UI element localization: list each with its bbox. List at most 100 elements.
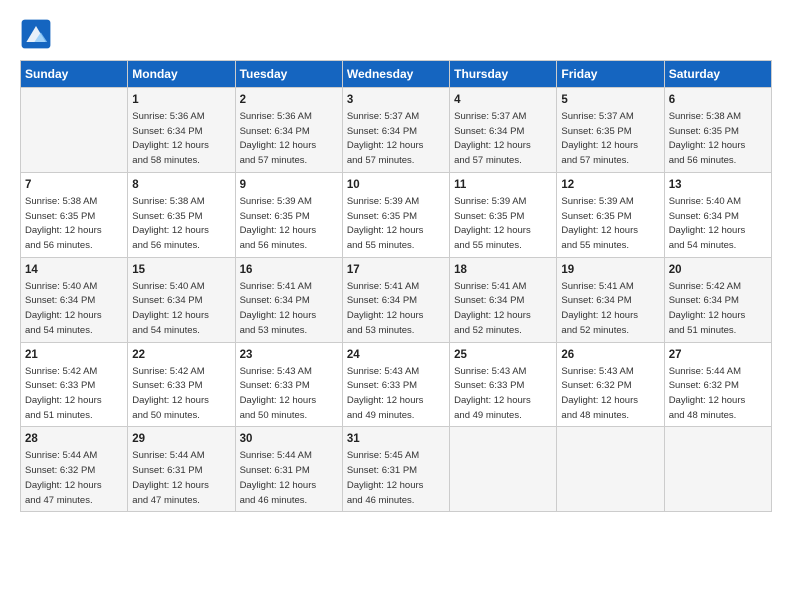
logo: [20, 18, 56, 50]
day-info: Sunrise: 5:39 AM Sunset: 6:35 PM Dayligh…: [240, 196, 317, 251]
calendar-cell: 23 Sunrise: 5:43 AM Sunset: 6:33 PM Dayli…: [235, 342, 342, 427]
calendar-cell: 12Sunrise: 5:39 AM Sunset: 6:35 PM Dayli…: [557, 172, 664, 257]
day-info: Sunrise: 5:37 AM Sunset: 6:35 PM Dayligh…: [561, 111, 638, 166]
day-number: 16: [240, 262, 338, 278]
day-info: Sunrise: 5:42 AM Sunset: 6:34 PM Dayligh…: [669, 281, 746, 336]
week-row-5: 28 Sunrise: 5:44 AM Sunset: 6:32 PM Dayli…: [21, 427, 772, 512]
page: SundayMondayTuesdayWednesdayThursdayFrid…: [0, 0, 792, 612]
calendar-cell: 20 Sunrise: 5:42 AM Sunset: 6:34 PM Dayli…: [664, 257, 771, 342]
day-number: 3: [347, 92, 445, 108]
day-info: Sunrise: 5:44 AM Sunset: 6:32 PM Dayligh…: [669, 366, 746, 421]
week-row-4: 21 Sunrise: 5:42 AM Sunset: 6:33 PM Dayli…: [21, 342, 772, 427]
day-number: 31: [347, 431, 445, 447]
calendar-cell: 11Sunrise: 5:39 AM Sunset: 6:35 PM Dayli…: [450, 172, 557, 257]
calendar-cell: [557, 427, 664, 512]
col-header-tuesday: Tuesday: [235, 61, 342, 88]
calendar-cell: 8 Sunrise: 5:38 AM Sunset: 6:35 PM Daylig…: [128, 172, 235, 257]
day-info: Sunrise: 5:36 AM Sunset: 6:34 PM Dayligh…: [240, 111, 317, 166]
day-info: Sunrise: 5:39 AM Sunset: 6:35 PM Dayligh…: [561, 196, 638, 251]
day-number: 1: [132, 92, 230, 108]
day-number: 17: [347, 262, 445, 278]
calendar-cell: 13 Sunrise: 5:40 AM Sunset: 6:34 PM Dayli…: [664, 172, 771, 257]
day-number: 9: [240, 177, 338, 193]
day-number: 18: [454, 262, 552, 278]
logo-icon: [20, 18, 52, 50]
calendar-table: SundayMondayTuesdayWednesdayThursdayFrid…: [20, 60, 772, 512]
day-info: Sunrise: 5:41 AM Sunset: 6:34 PM Dayligh…: [347, 281, 424, 336]
calendar-cell: 24 Sunrise: 5:43 AM Sunset: 6:33 PM Dayli…: [342, 342, 449, 427]
day-number: 13: [669, 177, 767, 193]
day-number: 30: [240, 431, 338, 447]
day-info: Sunrise: 5:38 AM Sunset: 6:35 PM Dayligh…: [669, 111, 746, 166]
day-number: 11: [454, 177, 552, 193]
col-header-sunday: Sunday: [21, 61, 128, 88]
day-number: 28: [25, 431, 123, 447]
day-info: Sunrise: 5:40 AM Sunset: 6:34 PM Dayligh…: [132, 281, 209, 336]
day-number: 6: [669, 92, 767, 108]
calendar-cell: 1 Sunrise: 5:36 AM Sunset: 6:34 PM Daylig…: [128, 88, 235, 173]
day-info: Sunrise: 5:42 AM Sunset: 6:33 PM Dayligh…: [25, 366, 102, 421]
calendar-cell: 4 Sunrise: 5:37 AM Sunset: 6:34 PM Daylig…: [450, 88, 557, 173]
day-info: Sunrise: 5:38 AM Sunset: 6:35 PM Dayligh…: [132, 196, 209, 251]
day-info: Sunrise: 5:36 AM Sunset: 6:34 PM Dayligh…: [132, 111, 209, 166]
week-row-2: 7 Sunrise: 5:38 AM Sunset: 6:35 PM Daylig…: [21, 172, 772, 257]
day-number: 5: [561, 92, 659, 108]
day-info: Sunrise: 5:37 AM Sunset: 6:34 PM Dayligh…: [454, 111, 531, 166]
week-row-3: 14Sunrise: 5:40 AM Sunset: 6:34 PM Dayli…: [21, 257, 772, 342]
calendar-cell: 31 Sunrise: 5:45 AM Sunset: 6:31 PM Dayli…: [342, 427, 449, 512]
calendar-cell: 26Sunrise: 5:43 AM Sunset: 6:32 PM Dayli…: [557, 342, 664, 427]
day-number: 24: [347, 347, 445, 363]
day-info: Sunrise: 5:40 AM Sunset: 6:34 PM Dayligh…: [669, 196, 746, 251]
day-info: Sunrise: 5:43 AM Sunset: 6:33 PM Dayligh…: [454, 366, 531, 421]
day-number: 19: [561, 262, 659, 278]
day-number: 23: [240, 347, 338, 363]
day-number: 20: [669, 262, 767, 278]
day-number: 26: [561, 347, 659, 363]
col-header-wednesday: Wednesday: [342, 61, 449, 88]
calendar-cell: 15Sunrise: 5:40 AM Sunset: 6:34 PM Dayli…: [128, 257, 235, 342]
day-info: Sunrise: 5:44 AM Sunset: 6:31 PM Dayligh…: [132, 450, 209, 505]
col-header-friday: Friday: [557, 61, 664, 88]
day-info: Sunrise: 5:43 AM Sunset: 6:33 PM Dayligh…: [347, 366, 424, 421]
calendar-cell: 6 Sunrise: 5:38 AM Sunset: 6:35 PM Daylig…: [664, 88, 771, 173]
calendar-cell: [21, 88, 128, 173]
day-number: 21: [25, 347, 123, 363]
day-info: Sunrise: 5:41 AM Sunset: 6:34 PM Dayligh…: [240, 281, 317, 336]
calendar-cell: 17 Sunrise: 5:41 AM Sunset: 6:34 PM Dayli…: [342, 257, 449, 342]
day-info: Sunrise: 5:42 AM Sunset: 6:33 PM Dayligh…: [132, 366, 209, 421]
calendar-cell: 28 Sunrise: 5:44 AM Sunset: 6:32 PM Dayli…: [21, 427, 128, 512]
calendar-cell: 9 Sunrise: 5:39 AM Sunset: 6:35 PM Daylig…: [235, 172, 342, 257]
col-header-thursday: Thursday: [450, 61, 557, 88]
calendar-cell: 18Sunrise: 5:41 AM Sunset: 6:34 PM Dayli…: [450, 257, 557, 342]
day-info: Sunrise: 5:43 AM Sunset: 6:33 PM Dayligh…: [240, 366, 317, 421]
col-header-monday: Monday: [128, 61, 235, 88]
calendar-cell: 21 Sunrise: 5:42 AM Sunset: 6:33 PM Dayli…: [21, 342, 128, 427]
day-number: 10: [347, 177, 445, 193]
calendar-cell: 16 Sunrise: 5:41 AM Sunset: 6:34 PM Dayli…: [235, 257, 342, 342]
day-number: 29: [132, 431, 230, 447]
calendar-cell: 5 Sunrise: 5:37 AM Sunset: 6:35 PM Daylig…: [557, 88, 664, 173]
header: [20, 18, 772, 50]
calendar-cell: 10 Sunrise: 5:39 AM Sunset: 6:35 PM Dayli…: [342, 172, 449, 257]
day-info: Sunrise: 5:45 AM Sunset: 6:31 PM Dayligh…: [347, 450, 424, 505]
day-number: 2: [240, 92, 338, 108]
calendar-cell: 7Sunrise: 5:38 AM Sunset: 6:35 PM Daylig…: [21, 172, 128, 257]
calendar-cell: 30 Sunrise: 5:44 AM Sunset: 6:31 PM Dayli…: [235, 427, 342, 512]
day-number: 22: [132, 347, 230, 363]
day-number: 27: [669, 347, 767, 363]
calendar-cell: 14Sunrise: 5:40 AM Sunset: 6:34 PM Dayli…: [21, 257, 128, 342]
day-number: 4: [454, 92, 552, 108]
day-info: Sunrise: 5:44 AM Sunset: 6:31 PM Dayligh…: [240, 450, 317, 505]
calendar-cell: [450, 427, 557, 512]
day-info: Sunrise: 5:44 AM Sunset: 6:32 PM Dayligh…: [25, 450, 102, 505]
calendar-cell: 3 Sunrise: 5:37 AM Sunset: 6:34 PM Daylig…: [342, 88, 449, 173]
day-number: 7: [25, 177, 123, 193]
day-number: 25: [454, 347, 552, 363]
calendar-cell: 25 Sunrise: 5:43 AM Sunset: 6:33 PM Dayli…: [450, 342, 557, 427]
calendar-cell: 29 Sunrise: 5:44 AM Sunset: 6:31 PM Dayli…: [128, 427, 235, 512]
day-number: 8: [132, 177, 230, 193]
day-info: Sunrise: 5:39 AM Sunset: 6:35 PM Dayligh…: [347, 196, 424, 251]
calendar-cell: 27 Sunrise: 5:44 AM Sunset: 6:32 PM Dayli…: [664, 342, 771, 427]
day-info: Sunrise: 5:37 AM Sunset: 6:34 PM Dayligh…: [347, 111, 424, 166]
col-header-saturday: Saturday: [664, 61, 771, 88]
